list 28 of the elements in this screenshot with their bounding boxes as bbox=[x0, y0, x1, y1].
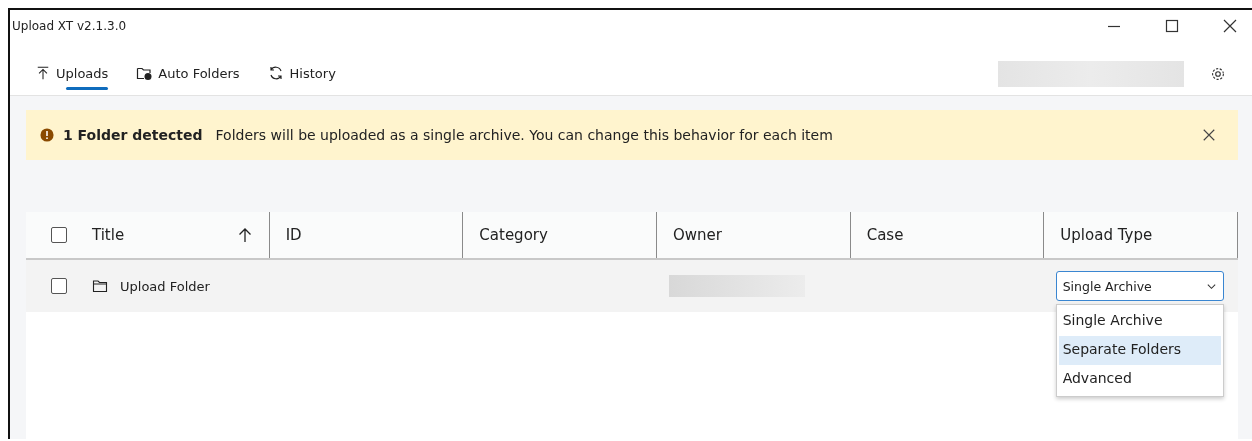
dropdown-field[interactable]: Single Archive bbox=[1055, 271, 1224, 301]
checkbox[interactable] bbox=[51, 227, 67, 243]
table-cell: Upload Folder bbox=[120, 278, 210, 294]
column-header[interactable]: Owner bbox=[673, 226, 722, 244]
window-title: Upload XT v2.1.3.0 bbox=[12, 19, 127, 33]
banner-message: Folders will be uploaded as a single archive. You can change this behavior for each item bbox=[214, 127, 834, 143]
tab[interactable]: Auto Folders bbox=[134, 58, 242, 91]
dropdown-option[interactable]: Separate Folders bbox=[1058, 336, 1221, 365]
tab[interactable]: Uploads bbox=[34, 58, 111, 91]
warning-icon bbox=[40, 128, 54, 142]
refresh-icon bbox=[267, 65, 284, 81]
column-header[interactable]: Title bbox=[92, 226, 125, 244]
tab[interactable]: History bbox=[265, 58, 338, 91]
checkbox[interactable] bbox=[51, 278, 67, 294]
column-header[interactable]: ID bbox=[285, 226, 302, 244]
dropdown-option[interactable]: Single Archive bbox=[1058, 307, 1221, 336]
dropdown-option[interactable]: Advanced bbox=[1058, 365, 1221, 394]
settings-icon[interactable] bbox=[1210, 65, 1226, 82]
folder-icon bbox=[92, 278, 108, 294]
column-header[interactable]: Category bbox=[479, 226, 548, 244]
close-icon[interactable] bbox=[1222, 18, 1238, 34]
folder-icon bbox=[136, 65, 153, 81]
column-header[interactable]: Upload Type bbox=[1060, 226, 1153, 244]
upload-icon bbox=[36, 66, 50, 80]
banner-title: 1 Folder detected bbox=[63, 127, 203, 143]
close-icon[interactable] bbox=[1202, 128, 1216, 142]
maximize-icon[interactable] bbox=[1164, 18, 1180, 34]
column-header[interactable]: Case bbox=[866, 226, 904, 244]
